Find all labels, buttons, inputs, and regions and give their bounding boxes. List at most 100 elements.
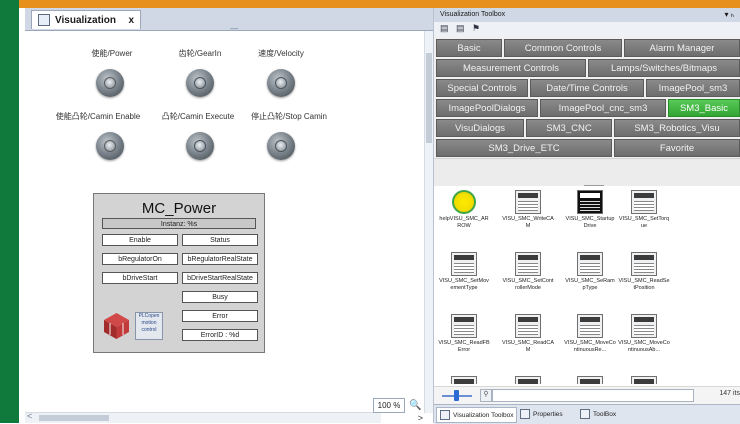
item-thumbnail-icon (577, 190, 603, 214)
item-thumbnail-icon (631, 190, 657, 214)
category-basic[interactable]: Basic (436, 39, 502, 57)
tab-toolbox[interactable]: ToolBox (580, 407, 616, 421)
item-label: VISU_SMC_MoveContinuousRe... (564, 340, 616, 353)
top-accent-bar (19, 0, 740, 8)
close-tab-icon[interactable]: x (128, 15, 134, 26)
pin-icon[interactable]: ▾ ₕ (725, 8, 734, 22)
item-label: helpVISU_SMC_ARROW (439, 216, 489, 229)
item-label: VISU_SMC_ReadFBError (438, 340, 490, 353)
item-thumbnail-icon (631, 376, 657, 384)
editor-horizontal-scrollbar[interactable]: < (25, 411, 381, 423)
toolbox-item[interactable]: helpVISU_SMC_ARROW (438, 190, 490, 230)
tab-properties[interactable]: Properties (520, 407, 563, 421)
toolbox-item[interactable]: VISU_SMC_SetControllerMode (502, 252, 554, 292)
visualization-canvas[interactable]: 使能/Power 齿轮/GearIn 速度/Velocity 使能凸轮/Cami… (25, 31, 425, 413)
cube-logo-icon (104, 313, 129, 339)
camin-enable-button[interactable] (96, 132, 124, 160)
item-label: VISU_SMC_MoveContinuousAb... (618, 340, 670, 353)
item-thumbnail-icon (577, 252, 603, 276)
category-sm3-drive-etc[interactable]: SM3_Drive_ETC (436, 139, 612, 157)
item-thumbnail-icon (451, 376, 477, 384)
field-status[interactable]: Status (182, 234, 258, 246)
toolbox-item[interactable]: VISU_SMC_MoveContinuousAb... (618, 314, 670, 354)
toolbox-item[interactable] (564, 376, 616, 384)
field-busy[interactable]: Busy (182, 291, 258, 303)
toolbox-title-bar: Visualization Toolbox ▾ ₕ (434, 8, 740, 22)
toolbox-item[interactable] (502, 376, 554, 384)
toolbox-detail-view-icon[interactable]: ▤ (456, 23, 465, 34)
scroll-right-icon[interactable]: > (418, 413, 423, 423)
field-bdrivestartrealstate[interactable]: bDriveStartRealState (182, 272, 258, 284)
toolbox-item[interactable]: VISU_SMC_ReadSetPosition (618, 252, 670, 292)
document-tab-bar: Visualization x — (25, 8, 433, 33)
toolbox-item[interactable]: VISU_SMC_WriteCAM (502, 190, 554, 230)
category-lamps-switches-bitmaps[interactable]: Lamps/Switches/Bitmaps (588, 59, 740, 77)
zoom-level-select[interactable]: 100 % (373, 398, 405, 413)
category-sm3-basic[interactable]: SM3_Basic (668, 99, 740, 117)
field-bdrivestart[interactable]: bDriveStart (102, 272, 178, 284)
vertical-scroll-thumb[interactable] (426, 53, 432, 143)
velocity-button[interactable] (267, 69, 295, 97)
toolbox-item-grid: helpVISU_SMC_ARROW VISU_SMC_WriteCAM VIS… (434, 186, 740, 384)
item-thumbnail-icon (577, 376, 603, 384)
category-sm3-cnc[interactable]: SM3_CNC (526, 119, 612, 137)
field-bregulatoron[interactable]: bRegulatorOn (102, 253, 178, 265)
item-thumbnail-icon (631, 314, 657, 338)
toolbox-search-input[interactable] (492, 389, 694, 402)
toolbox-splitter[interactable] (434, 158, 740, 187)
tab-visualization[interactable]: Visualization x (31, 10, 141, 29)
category-imagepool-sm3[interactable]: ImagePool_sm3 (646, 79, 740, 97)
category-visudialogs[interactable]: VisuDialogs (436, 119, 524, 137)
search-icon[interactable]: ⚲ (480, 389, 492, 402)
field-bregulatorrealstate[interactable]: bRegulatorRealState (182, 253, 258, 265)
camin-execute-button[interactable] (186, 132, 214, 160)
tab-label: Visualization Toolbox (453, 411, 514, 419)
category-imagepool-cnc-sm3[interactable]: ImagePool_cnc_sm3 (540, 99, 666, 117)
tab-visualization-toolbox[interactable]: Visualization Toolbox (436, 407, 518, 423)
left-frame-border (0, 0, 19, 423)
toolbox-item[interactable] (618, 376, 670, 384)
category-alarm-manager[interactable]: Alarm Manager (624, 39, 740, 57)
visualization-toolbox-panel: Visualization Toolbox ▾ ₕ ▤ ▤ ⚑ Basic Co… (434, 8, 740, 424)
item-label: VISU_SMC_SetControllerMode (502, 278, 554, 291)
zoom-icon[interactable]: 🔍 (409, 400, 423, 413)
toolbox-item[interactable]: VISU_SMC_SeRampType (564, 252, 616, 292)
field-errorid[interactable]: ErrorID : %d (182, 329, 258, 341)
mc-power-block[interactable]: MC_Power Instanz: %s Enable Status bRegu… (93, 193, 265, 353)
category-special-controls[interactable]: Special Controls (436, 79, 528, 97)
field-enable[interactable]: Enable (102, 234, 178, 246)
gearin-button[interactable] (186, 69, 214, 97)
visualization-editor: Visualization x — 使能/Power 齿轮/GearIn 速度/… (25, 8, 434, 423)
properties-icon (520, 409, 530, 419)
horizontal-scroll-thumb[interactable] (39, 415, 109, 421)
category-date-time-controls[interactable]: Date/Time Controls (530, 79, 644, 97)
power-button[interactable] (96, 69, 124, 97)
item-count: 147 its (719, 390, 740, 397)
toolbox-filter-icon[interactable]: ⚑ (472, 23, 480, 34)
toolbox-category-area: Basic Common Controls Alarm Manager Meas… (434, 36, 740, 158)
toolbox-item[interactable]: VISU_SMC_SetTorque (618, 190, 670, 230)
icon-size-slider-handle[interactable] (454, 390, 459, 401)
visualization-icon (38, 14, 50, 26)
category-favorite[interactable]: Favorite (614, 139, 740, 157)
category-common-controls[interactable]: Common Controls (504, 39, 622, 57)
toolbox-item[interactable]: VISU_SMC_ReadCAM (502, 314, 554, 354)
toolbox-list-view-icon[interactable]: ▤ (440, 23, 449, 34)
toolbox-item[interactable]: VISU_SMC_SetMovementType (438, 252, 490, 292)
plcopen-logo: PLCopen motion control (135, 312, 163, 340)
category-measurement-controls[interactable]: Measurement Controls (436, 59, 586, 77)
toolbox-item[interactable]: VISU_SMC_StartupDrive (564, 190, 616, 230)
item-thumbnail-icon (452, 190, 476, 214)
field-error[interactable]: Error (182, 310, 258, 322)
scroll-left-icon[interactable]: < (27, 411, 32, 421)
mc-power-title: MC_Power (141, 200, 217, 217)
toolbox-item[interactable]: VISU_SMC_ReadFBError (438, 314, 490, 354)
toolbox-item[interactable] (438, 376, 490, 384)
toolbox-item[interactable]: VISU_SMC_MoveContinuousRe... (564, 314, 616, 354)
editor-vertical-scrollbar[interactable] (424, 31, 433, 413)
item-thumbnail-icon (515, 252, 541, 276)
stop-camin-button[interactable] (267, 132, 295, 160)
item-thumbnail-icon (515, 376, 541, 384)
category-sm3-robotics-visu[interactable]: SM3_Robotics_Visu (614, 119, 740, 137)
category-imagepooldialogs[interactable]: ImagePoolDialogs (436, 99, 538, 117)
